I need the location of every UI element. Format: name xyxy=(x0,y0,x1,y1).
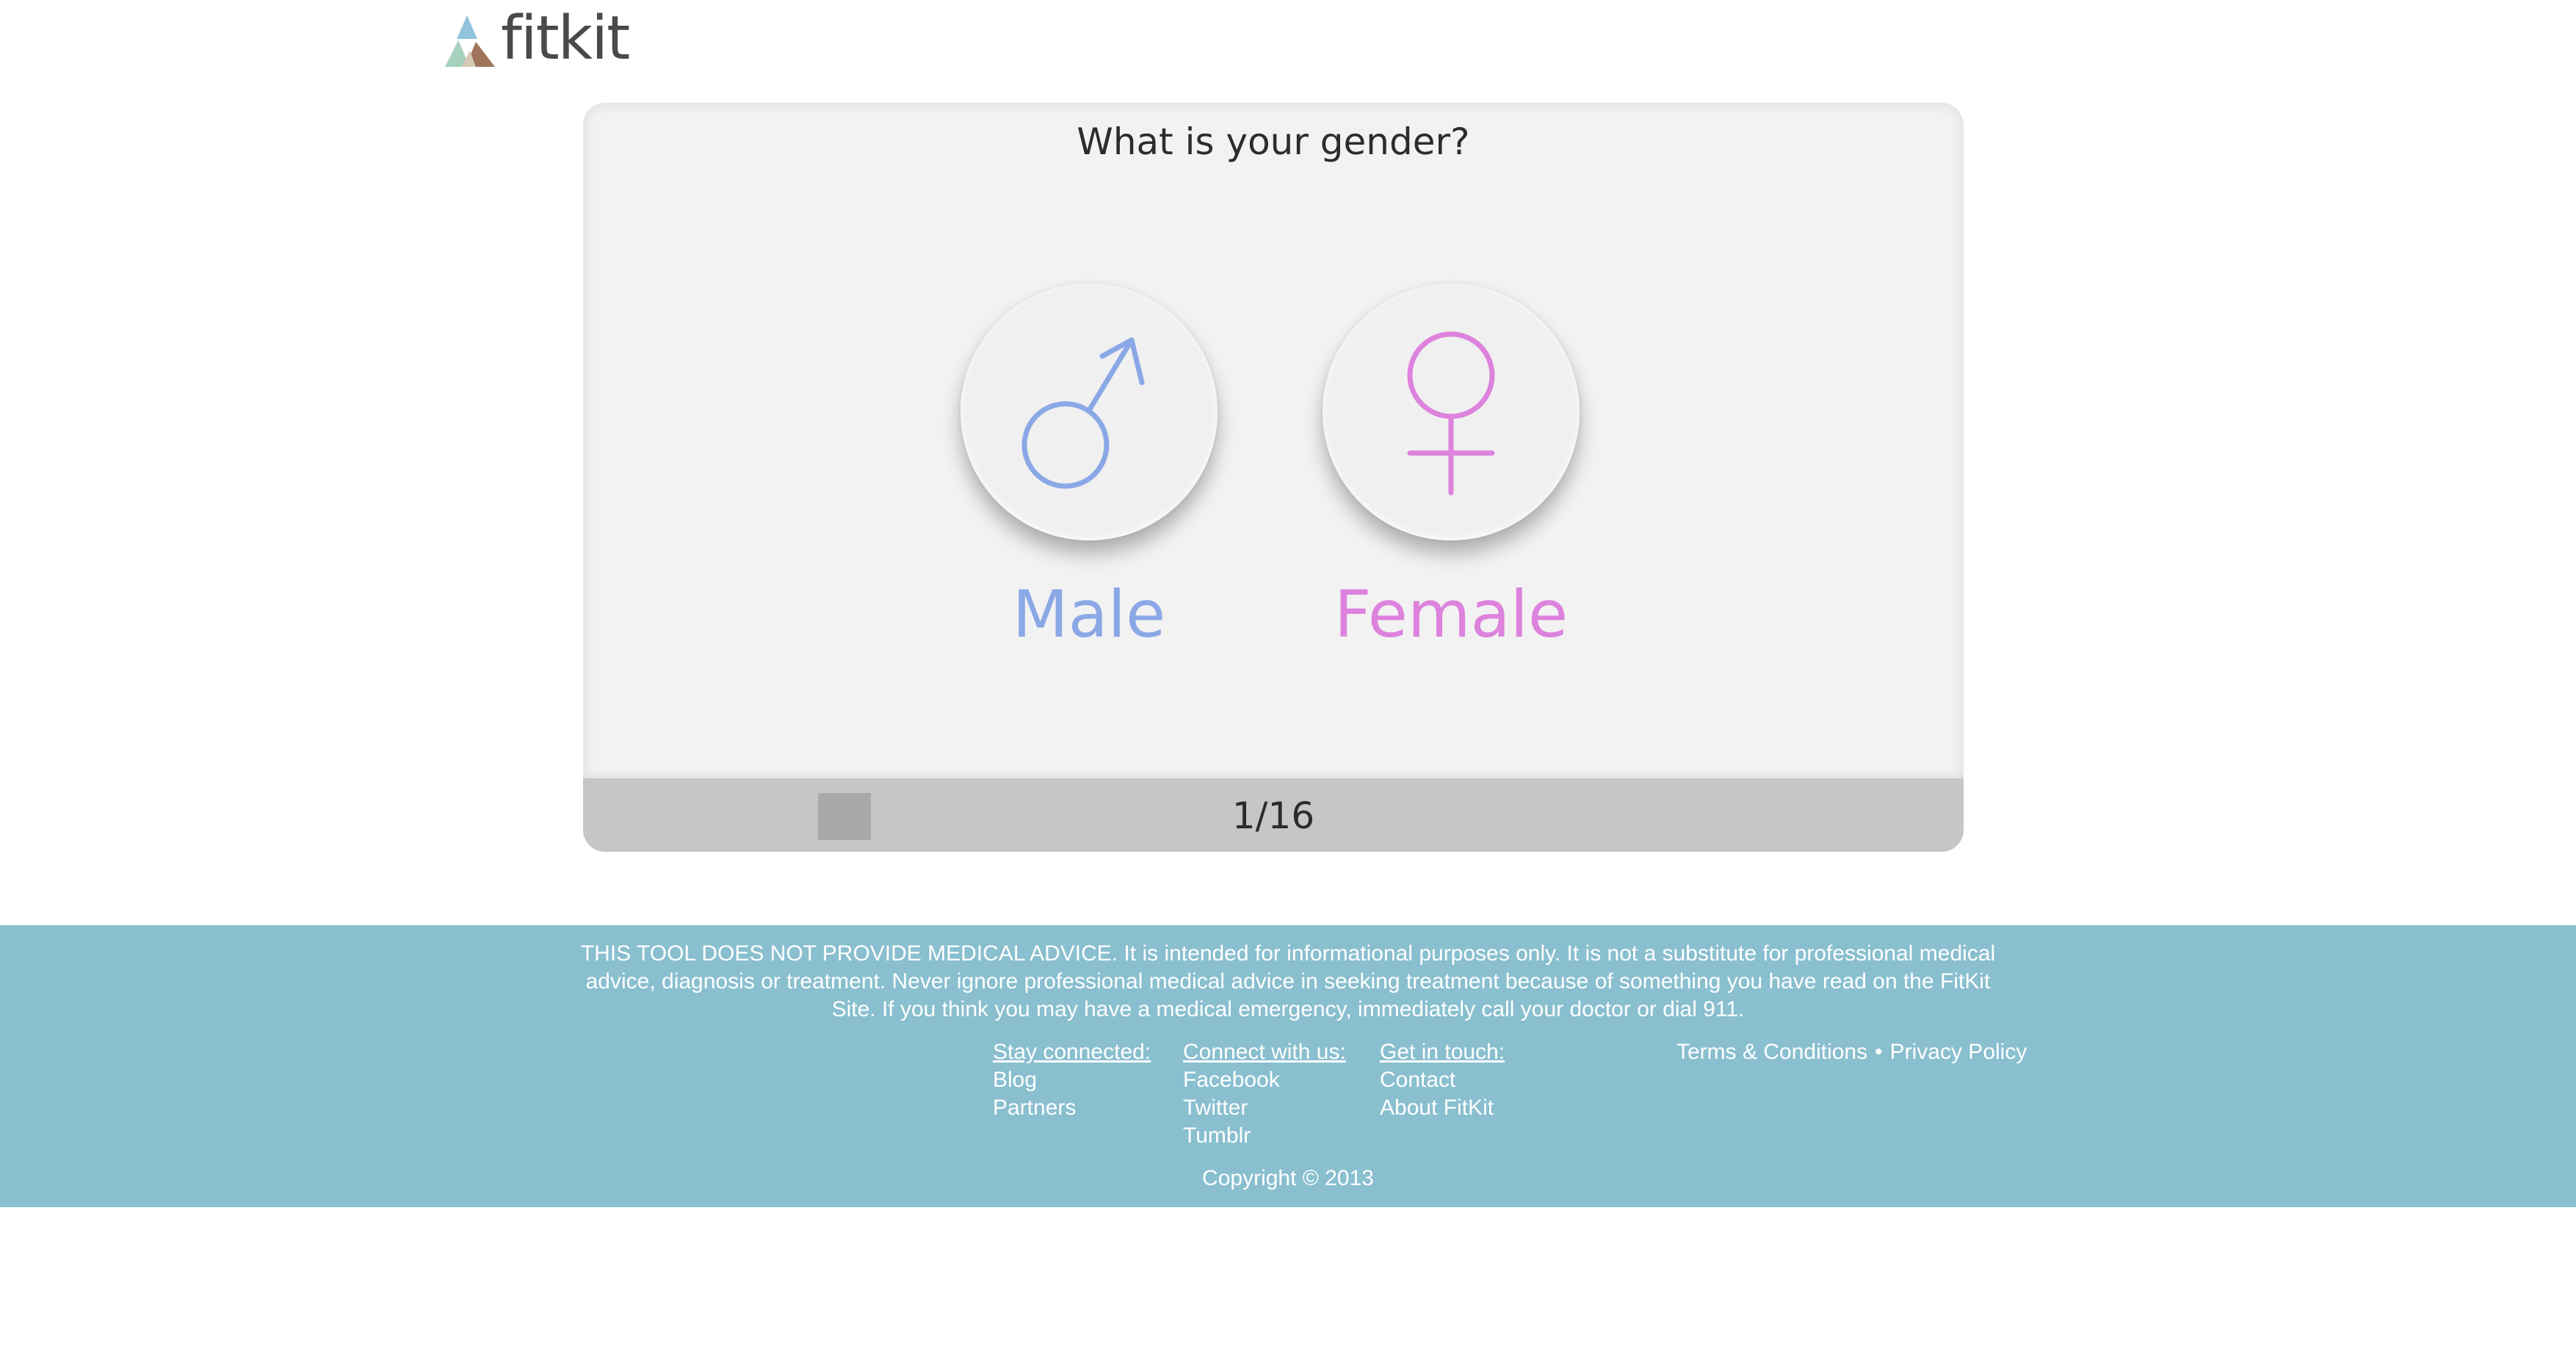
contact-link[interactable]: Contact xyxy=(1380,1066,1505,1094)
female-symbol-icon xyxy=(1407,331,1495,496)
stay-connected-heading: Stay connected: xyxy=(993,1040,1151,1064)
progress-bar: 1/16 xyxy=(583,778,1964,852)
medical-disclaimer: THIS TOOL DOES NOT PROVIDE MEDICAL ADVIC… xyxy=(580,941,1996,1021)
logo-text: fitkit xyxy=(501,4,630,73)
tumblr-link[interactable]: Tumblr xyxy=(1183,1122,1346,1150)
facebook-link[interactable]: Facebook xyxy=(1183,1066,1346,1094)
partners-link[interactable]: Partners xyxy=(993,1094,1151,1122)
quiz-card: What is your gender? Male Female 1/16 xyxy=(583,103,1964,852)
progress-text: 1/16 xyxy=(1231,795,1315,837)
copyright: Copyright © 2013 xyxy=(1202,1166,1374,1190)
stay-connected-column: Stay connected: Blog Partners xyxy=(993,1038,1151,1122)
page: fitkit What is your gender? Male Female … xyxy=(0,0,2576,1357)
female-option-circle[interactable] xyxy=(1323,283,1580,540)
privacy-policy-link[interactable]: Privacy Policy xyxy=(1890,1038,2027,1066)
male-option-label[interactable]: Male xyxy=(960,582,1218,648)
fitkit-leaf-icon xyxy=(445,15,495,67)
site-footer: THIS TOOL DOES NOT PROVIDE MEDICAL ADVIC… xyxy=(0,925,2576,1207)
fitkit-logo[interactable]: fitkit xyxy=(441,4,630,73)
female-option-label[interactable]: Female xyxy=(1323,582,1580,648)
connect-with-us-heading: Connect with us: xyxy=(1183,1040,1346,1064)
male-symbol-icon xyxy=(1021,337,1145,489)
male-option-button[interactable]: Male xyxy=(960,283,1218,648)
get-in-touch-heading: Get in touch: xyxy=(1380,1040,1505,1064)
legal-links: Terms & Conditions • Privacy Policy xyxy=(1676,1038,2027,1066)
connect-with-us-column: Connect with us: Facebook Twitter Tumblr xyxy=(1183,1038,1346,1150)
quiz-question: What is your gender? xyxy=(1077,120,1470,163)
blog-link[interactable]: Blog xyxy=(993,1066,1151,1094)
legal-separator: • xyxy=(1875,1040,1883,1064)
male-option-circle[interactable] xyxy=(960,283,1218,540)
get-in-touch-column: Get in touch: Contact About FitKit xyxy=(1380,1038,1505,1122)
female-option-button[interactable]: Female xyxy=(1323,283,1580,648)
about-fitkit-link[interactable]: About FitKit xyxy=(1380,1094,1505,1122)
terms-link[interactable]: Terms & Conditions xyxy=(1676,1038,1867,1066)
twitter-link[interactable]: Twitter xyxy=(1183,1094,1346,1122)
